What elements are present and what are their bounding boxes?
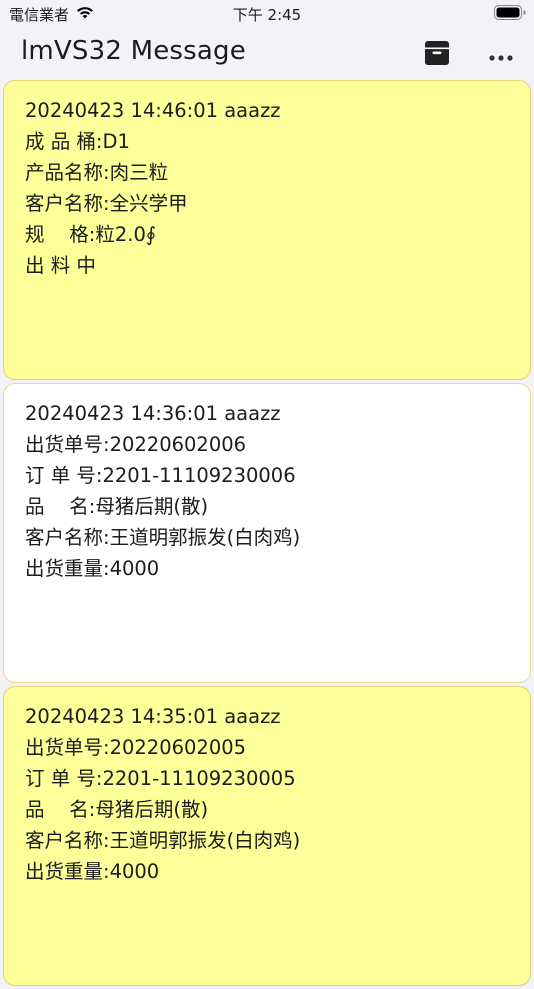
archive-button[interactable] (420, 38, 454, 72)
message-line: 订 单 号:2201-11109230006 (25, 464, 296, 487)
message-line: 出货单号:20220602006 (25, 433, 247, 456)
message-line: 客户名称:王道明郭振发(白肉鸡) (25, 526, 301, 549)
message-line: 规 格:粒2.0∮ (25, 223, 157, 246)
message-timestamp: 20240423 14:36:01 aaazz (25, 402, 281, 425)
message-line: 品 名:母猪后期(散) (25, 798, 209, 821)
message-line: 出货重量:4000 (25, 557, 160, 580)
app-actions (420, 38, 518, 72)
more-horizontal-icon (489, 46, 513, 65)
message-timestamp: 20240423 14:46:01 aaazz (25, 99, 281, 122)
message-line: 产品名称:肉三粒 (25, 161, 169, 184)
app-bar: lmVS32 Message (0, 28, 534, 78)
archive-icon (424, 40, 450, 70)
more-button[interactable] (484, 38, 518, 72)
message-timestamp: 20240423 14:35:01 aaazz (25, 705, 281, 728)
message-line: 订 单 号:2201-11109230005 (25, 767, 296, 790)
message-line: 客户名称:王道明郭振发(白肉鸡) (25, 829, 301, 852)
message-card[interactable]: 20240423 14:35:01 aaazz 出货单号:20220602005… (3, 686, 531, 986)
message-line: 品 名:母猪后期(散) (25, 495, 209, 518)
message-line: 出 料 中 (25, 254, 96, 277)
status-time: 下午 2:45 (232, 6, 302, 24)
message-card[interactable]: 20240423 14:36:01 aaazz 出货单号:20220602006… (3, 383, 531, 683)
message-line: 出货重量:4000 (25, 860, 160, 883)
page-title: lmVS32 Message (21, 36, 246, 66)
message-line: 出货单号:20220602005 (25, 736, 247, 759)
battery-icon (494, 5, 526, 24)
message-card[interactable]: 20240423 14:46:01 aaazz 成 品 桶:D1 产品名称:肉三… (3, 80, 531, 380)
message-line: 客户名称:全兴学甲 (25, 192, 188, 215)
message-line: 成 品 桶:D1 (25, 130, 130, 153)
status-bar: 電信業者 下午 2:45 (0, 0, 534, 28)
message-list[interactable]: 20240423 14:46:01 aaazz 成 品 桶:D1 产品名称:肉三… (3, 80, 531, 989)
